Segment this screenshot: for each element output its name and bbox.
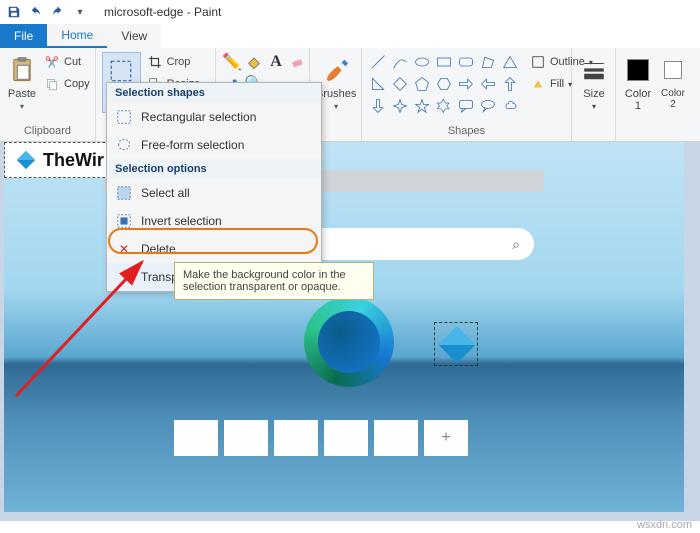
pentagon-shape-icon[interactable] (412, 74, 432, 94)
annotation-arrow-icon (6, 256, 166, 406)
title-bar: ▾ microsoft-edge - Paint (0, 0, 700, 24)
crop-icon (147, 54, 163, 70)
color1-button[interactable]: Color 1 (622, 52, 654, 112)
color2-button[interactable]: Color 2 (658, 52, 688, 110)
rounded-rect-shape-icon[interactable] (456, 52, 476, 72)
cut-button[interactable]: ✂️Cut (42, 52, 92, 72)
undo-icon[interactable] (26, 2, 46, 22)
quick-access-toolbar: ▾ (4, 2, 90, 22)
copy-button[interactable]: Copy (42, 74, 92, 94)
arrow-left-shape-icon[interactable] (478, 74, 498, 94)
source-watermark: wsxdn.com (637, 519, 692, 531)
paste-button[interactable]: Paste ▾ (6, 52, 38, 111)
arrow-up-shape-icon[interactable] (500, 74, 520, 94)
selection-pasted: TheWir (4, 142, 115, 178)
right-triangle-shape-icon[interactable] (368, 74, 388, 94)
tile (224, 420, 268, 456)
ribbon: Paste ▾ ✂️Cut Copy Clipboard Select ▾ Cr… (0, 48, 700, 142)
group-shapes: Outline ▾ Fill ▾ Shapes (362, 48, 572, 141)
group-clipboard: Paste ▾ ✂️Cut Copy Clipboard (0, 48, 96, 141)
arrow-down-shape-icon[interactable] (368, 96, 388, 116)
group-size: Size ▾ (572, 48, 616, 141)
polygon-shape-icon[interactable] (478, 52, 498, 72)
brushes-button[interactable]: Brushes ▾ (316, 52, 356, 111)
outline-icon (530, 54, 546, 70)
selection-rectangle[interactable] (434, 322, 478, 366)
search-icon: ⌕ (512, 236, 520, 253)
size-icon (578, 54, 610, 86)
menu-free-form-selection[interactable]: Free-form selection (107, 131, 321, 159)
select-all-icon (115, 184, 133, 202)
star5-shape-icon[interactable] (412, 96, 432, 116)
menu-section-header: Selection options (107, 159, 321, 179)
line-shape-icon[interactable] (368, 52, 388, 72)
size-button[interactable]: Size ▾ (578, 52, 610, 111)
callout-oval-shape-icon[interactable] (478, 96, 498, 116)
star4-shape-icon[interactable] (390, 96, 410, 116)
paste-label: Paste (8, 88, 36, 100)
menu-section-header: Selection shapes (107, 83, 321, 103)
freeform-select-icon (115, 136, 133, 154)
add-tile: + (424, 420, 468, 456)
star6-shape-icon[interactable] (434, 96, 454, 116)
tile (174, 420, 218, 456)
redo-icon[interactable] (48, 2, 68, 22)
callout-shape-icon[interactable] (456, 96, 476, 116)
ribbon-tabs: File Home View (0, 24, 700, 48)
tile (374, 420, 418, 456)
fill-tool-icon[interactable] (244, 52, 264, 72)
tab-file[interactable]: File (0, 24, 47, 48)
group-label: Clipboard (6, 125, 89, 139)
invert-icon (115, 212, 133, 230)
cut-icon: ✂️ (44, 54, 60, 70)
tooltip: Make the background color in the selecti… (174, 262, 374, 300)
shapes-gallery[interactable] (368, 52, 520, 116)
tile (324, 420, 368, 456)
brush-icon (320, 54, 352, 86)
canvas-tiles: + (174, 420, 468, 456)
curve-shape-icon[interactable] (390, 52, 410, 72)
color2-swatch-icon (657, 54, 689, 86)
triangle-shape-icon[interactable] (500, 52, 520, 72)
arrow-right-shape-icon[interactable] (456, 74, 476, 94)
rectangle-shape-icon[interactable] (434, 52, 454, 72)
save-icon[interactable] (4, 2, 24, 22)
tab-view[interactable]: View (107, 24, 161, 48)
fill-icon (530, 76, 546, 92)
text-tool-icon[interactable]: A (266, 52, 286, 72)
window-title: microsoft-edge - Paint (104, 5, 221, 19)
rect-select-icon (115, 108, 133, 126)
hexagon-shape-icon[interactable] (434, 74, 454, 94)
paste-icon (6, 54, 38, 86)
menu-rectangular-selection[interactable]: Rectangular selection (107, 103, 321, 131)
chevron-down-icon: ▾ (20, 102, 24, 111)
copy-icon (44, 76, 60, 92)
menu-invert-selection[interactable]: Invert selection (107, 207, 321, 235)
group-colors: Color 1 Color 2 (616, 48, 686, 141)
crop-button[interactable]: Crop (145, 52, 209, 72)
color1-swatch-icon (622, 54, 654, 86)
diamond-shape-icon[interactable] (390, 74, 410, 94)
oval-shape-icon[interactable] (412, 52, 432, 72)
menu-select-all[interactable]: Select all (107, 179, 321, 207)
edge-logo-icon (304, 297, 394, 387)
callout-cloud-shape-icon[interactable] (500, 96, 520, 116)
eraser-tool-icon[interactable] (288, 52, 308, 72)
tile (274, 420, 318, 456)
tab-home[interactable]: Home (47, 24, 107, 48)
qat-customize-icon[interactable]: ▾ (70, 2, 90, 22)
pencil-tool-icon[interactable]: ✏️ (222, 52, 242, 72)
